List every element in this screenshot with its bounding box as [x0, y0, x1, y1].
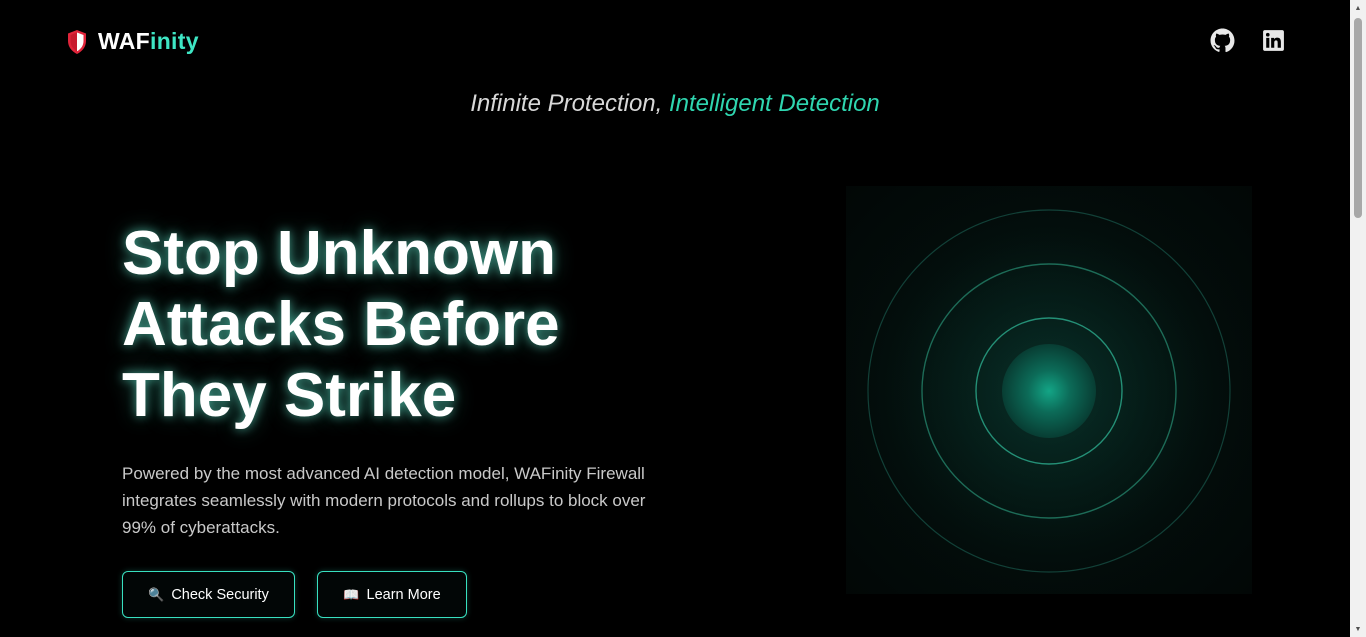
tagline-part2: Intelligent Detection — [668, 90, 880, 117]
brand-name: WAFinity — [98, 28, 199, 55]
learn-more-label: Learn More — [366, 586, 441, 603]
check-security-label: Check Security — [171, 586, 269, 603]
scrollbar[interactable]: ▲ ▼ — [1350, 0, 1366, 637]
hero-description: Powered by the most advanced AI detectio… — [122, 464, 646, 537]
radar-rings-graphic — [854, 196, 1244, 586]
brand-link[interactable]: WAFinity — [66, 28, 199, 55]
tagline-part1: Infinite Protection, — [470, 90, 669, 117]
social-links — [1210, 28, 1286, 53]
magnifier-icon: 🔍 — [148, 586, 165, 602]
hero-title: Stop Unknown Attacks Before They Strike — [122, 218, 682, 431]
learn-more-button[interactable]: 📖 Learn More — [317, 571, 467, 618]
hero-title-line: Stop Unknown — [122, 219, 556, 288]
brand-name-part1: WAF — [98, 28, 150, 54]
hero-title-line: They Strike — [122, 361, 457, 430]
tagline: Infinite Protection, Intelligent Detecti… — [0, 90, 1350, 118]
scroll-up-arrow-icon[interactable]: ▲ — [1350, 0, 1366, 16]
shield-logo-icon — [68, 29, 86, 54]
scroll-thumb[interactable] — [1354, 18, 1362, 218]
check-security-button[interactable]: 🔍 Check Security — [122, 571, 295, 618]
brand-name-part2: inity — [150, 28, 199, 54]
book-icon: 📖 — [343, 586, 360, 602]
linkedin-icon[interactable] — [1261, 28, 1286, 53]
github-icon[interactable] — [1210, 28, 1235, 53]
scroll-down-arrow-icon[interactable]: ▼ — [1350, 621, 1366, 637]
hero-title-line: Attacks Before — [122, 290, 560, 359]
radar-visual — [846, 186, 1252, 594]
navbar: WAFinity — [0, 0, 1350, 82]
